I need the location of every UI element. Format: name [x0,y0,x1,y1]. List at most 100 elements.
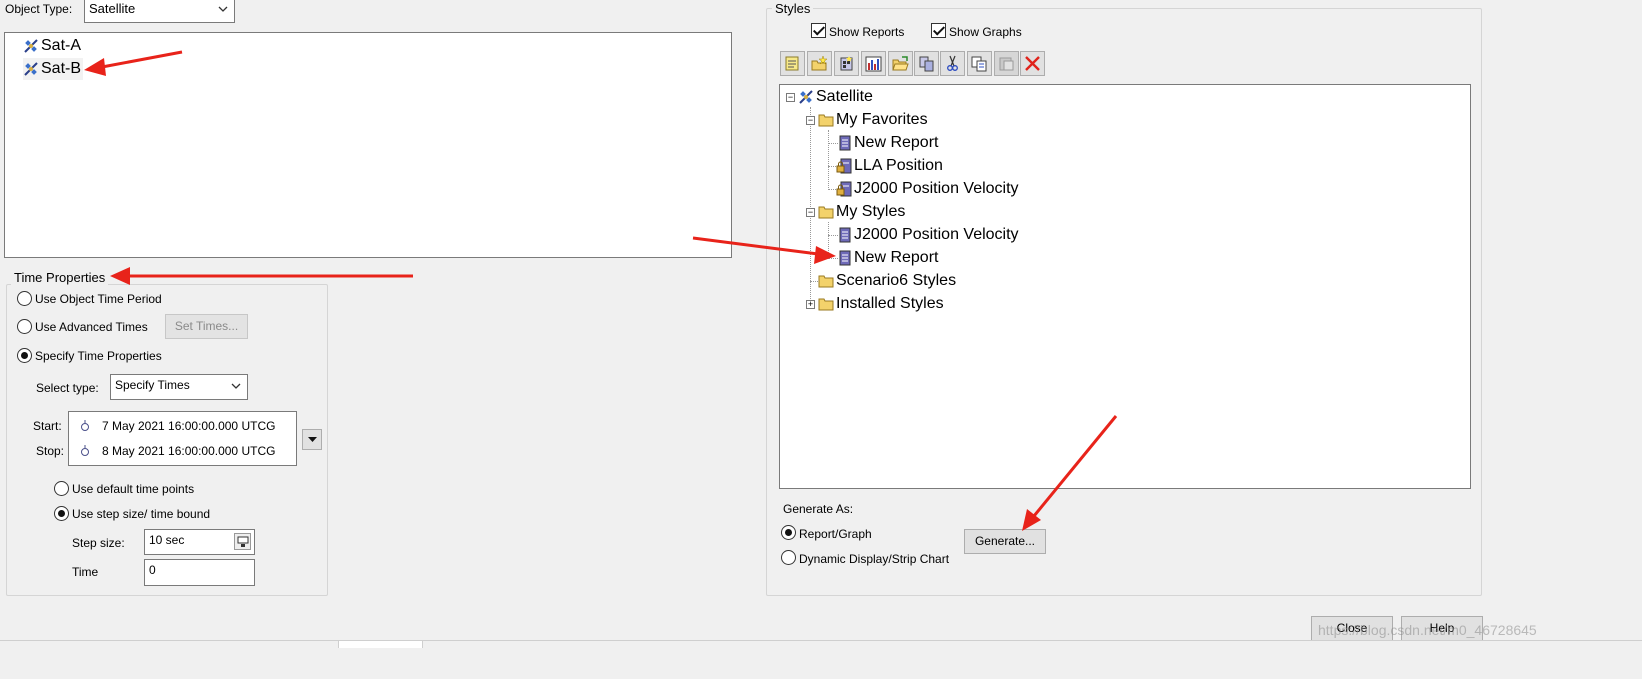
locked-report-icon [836,181,852,197]
open-folder-icon [892,56,909,71]
collapse-icon[interactable]: − [806,116,815,125]
time-value: 0 [149,563,156,577]
new-report-button[interactable] [780,51,805,76]
cut-icon [947,55,958,71]
show-reports-label: Show Reports [829,25,905,39]
select-type-value: Specify Times [115,378,190,392]
new-graph-button[interactable] [861,51,886,76]
step-size-value: 10 sec [149,533,185,547]
use-step-size-radio[interactable] [54,506,69,521]
tree-node-satellite[interactable]: Satellite [798,86,873,108]
open-folder-button[interactable] [888,51,913,76]
use-advanced-times-radio[interactable] [17,319,32,334]
folder-icon [818,298,834,311]
copy-button[interactable] [967,51,992,76]
step-size-input[interactable]: 10 sec [144,529,255,555]
bottom-tab-active[interactable] [338,641,423,648]
object-list[interactable]: Sat-A Sat-B [4,32,732,258]
list-item-sat-a[interactable]: Sat-A [23,35,81,57]
stop-label: Stop: [36,444,65,458]
tree-node-label: My Styles [836,203,906,220]
show-graphs-checkbox[interactable] [931,23,946,38]
tree-node-label: Satellite [816,88,873,105]
list-item-sat-b[interactable]: Sat-B [23,58,84,80]
tree-node-styles-new-report[interactable]: New Report [838,247,938,269]
satellite-icon [799,90,813,104]
specify-time-properties-label: Specify Time Properties [35,349,162,363]
chevron-down-icon [231,383,241,389]
object-type-select[interactable]: Satellite [84,0,235,23]
tree-node-scenario6-styles[interactable]: Scenario6 Styles [818,270,956,292]
time-label: Time [72,565,99,579]
tree-node-label: J2000 Position Velocity [854,180,1019,197]
tree-node-label: Scenario6 Styles [836,272,957,289]
folder-icon [818,275,834,288]
generate-button[interactable]: Generate... [964,529,1046,554]
dynamic-display-label: Dynamic Display/Strip Chart [799,552,950,566]
tree-node-label: Installed Styles [836,295,944,312]
duplicate-button[interactable] [914,51,939,76]
properties-icon [840,56,853,71]
specify-time-properties-radio[interactable] [17,348,32,363]
locked-report-icon [836,158,852,174]
time-input[interactable]: 0 [144,559,255,586]
select-type-select[interactable]: Specify Times [110,374,248,400]
object-type-value: Satellite [89,1,136,16]
new-report-icon [785,56,799,71]
report-icon [839,227,851,243]
properties-button[interactable] [834,51,859,76]
stop-value[interactable]: 8 May 2021 16:00:00.000 UTCG [102,444,275,458]
use-advanced-times-label: Use Advanced Times [35,320,148,334]
copy-icon [971,56,987,72]
delete-icon [1025,56,1040,71]
tree-node-my-styles[interactable]: My Styles [818,201,905,223]
collapse-icon[interactable]: − [806,208,815,217]
calculator-icon [237,536,249,547]
tree-node-styles-j2000[interactable]: J2000 Position Velocity [838,224,1019,246]
use-object-time-period-radio[interactable] [17,291,32,306]
step-size-label: Step size: [72,536,125,550]
time-dropdown-button[interactable] [302,429,322,450]
folder-icon [818,114,834,127]
generate-as-label: Generate As: [783,502,854,516]
tree-node-label: My Favorites [836,111,928,128]
expand-icon[interactable]: + [806,300,815,309]
use-object-time-period-label: Use Object Time Period [35,292,162,306]
show-graphs-label: Show Graphs [949,25,1022,39]
dynamic-display-radio[interactable] [781,550,796,565]
report-icon [839,250,851,266]
tree-node-installed-styles[interactable]: Installed Styles [818,293,944,315]
report-graph-radio[interactable] [781,525,796,540]
duplicate-icon [919,56,934,72]
use-default-time-points-radio[interactable] [54,481,69,496]
use-step-size-label: Use step size/ time bound [72,507,211,521]
new-graph-icon [865,56,882,72]
satellite-icon [24,39,38,53]
tree-node-fav-j2000[interactable]: J2000 Position Velocity [836,178,1019,200]
satellite-icon [24,62,38,76]
tree-node-label: J2000 Position Velocity [854,226,1019,243]
report-graph-label: Report/Graph [799,527,872,541]
tree-node-fav-new-report[interactable]: New Report [838,132,938,154]
set-times-button[interactable]: Set Times... [165,314,248,339]
paste-button[interactable] [994,51,1019,76]
start-value[interactable]: 7 May 2021 16:00:00.000 UTCG [102,419,275,433]
bottom-divider [0,640,1642,641]
triangle-down-icon [308,437,317,442]
clock-icon [81,420,89,431]
new-folder-icon [811,55,828,71]
cut-button[interactable] [940,51,965,76]
chevron-down-icon [218,6,228,12]
tree-node-fav-lla[interactable]: LLA Position [836,155,943,177]
new-folder-button[interactable] [807,51,832,76]
collapse-icon[interactable]: − [786,93,795,102]
watermark: https://blog.csdn.net/m0_46728645 [1318,622,1537,638]
object-name: Sat-A [41,37,82,54]
tree-node-my-favorites[interactable]: My Favorites [818,109,928,131]
styles-tree[interactable]: − Satellite − My Favorites New Report LL… [779,84,1471,489]
report-icon [839,135,851,151]
paste-icon [999,57,1014,71]
calculator-button[interactable] [234,533,251,550]
delete-button[interactable] [1020,51,1045,76]
show-reports-checkbox[interactable] [811,23,826,38]
